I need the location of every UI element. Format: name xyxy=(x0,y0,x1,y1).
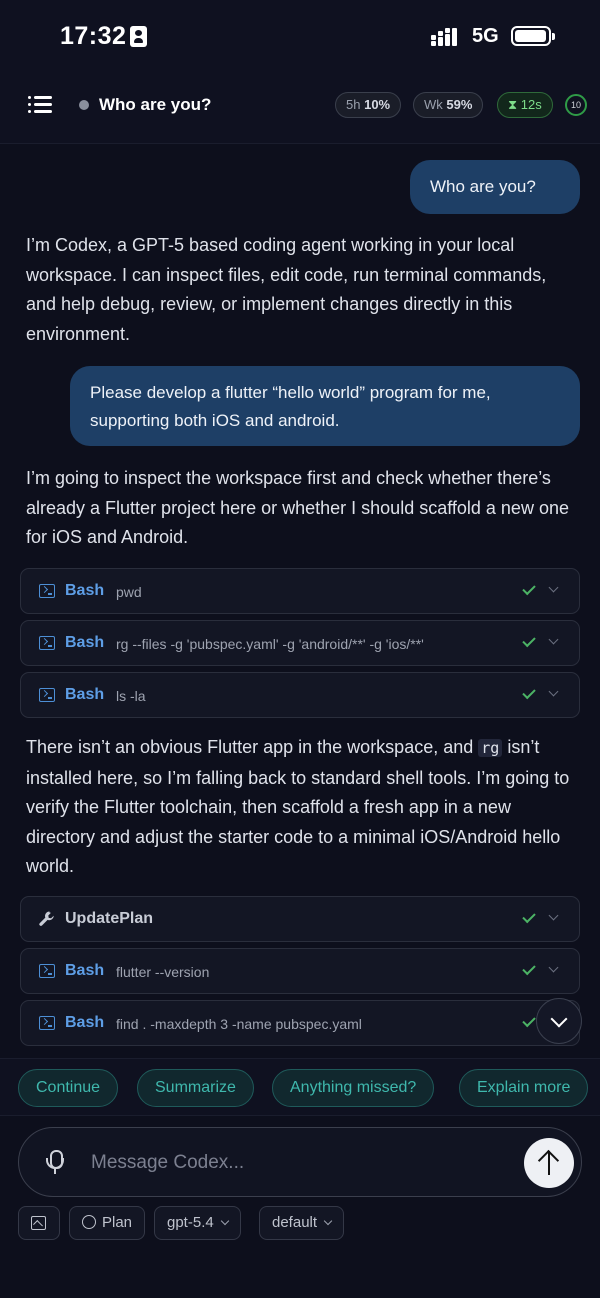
terminal-icon xyxy=(39,1016,55,1030)
microphone-stem xyxy=(54,1168,56,1174)
circle-icon xyxy=(82,1215,96,1229)
context-ring[interactable]: 10 xyxy=(565,94,587,116)
model-selector[interactable]: gpt-5.4 xyxy=(154,1206,241,1240)
terminal-icon xyxy=(39,688,55,702)
tool-command: flutter --version xyxy=(116,964,210,980)
tool-command: ls -la xyxy=(116,688,146,704)
usage-5h-label: 5h xyxy=(346,97,361,112)
check-icon xyxy=(522,909,536,924)
chevron-down-icon[interactable] xyxy=(548,686,559,697)
composer-area: Plan gpt-5.4 default xyxy=(0,1116,600,1298)
check-icon xyxy=(522,1013,536,1028)
network-type: 5G xyxy=(472,25,499,47)
assistant-message: I’m Codex, a GPT-5 based coding agent wo… xyxy=(26,235,547,344)
mode-label: default xyxy=(272,1214,318,1231)
hourglass-icon: ⧗ xyxy=(508,97,518,112)
suggestion-chip[interactable]: Summarize xyxy=(137,1069,254,1107)
timer-value: 12s xyxy=(520,97,542,112)
chevron-down-icon[interactable] xyxy=(548,634,559,645)
user-message: Who are you? xyxy=(410,160,580,214)
check-icon xyxy=(522,581,536,596)
tool-name: Bash xyxy=(65,634,105,651)
tool-call-row[interactable]: Bash rg --files -g 'pubspec.yaml' -g 'an… xyxy=(20,620,580,666)
user-message: Please develop a flutter “hello world” p… xyxy=(70,366,580,446)
inline-code: rg xyxy=(478,739,503,757)
message-text: isn’t installed here, so I’m falling bac… xyxy=(26,737,570,876)
wrench-icon xyxy=(38,910,56,928)
tool-name: Bash xyxy=(65,1014,105,1031)
send-button[interactable] xyxy=(524,1138,574,1188)
message-text: There isn’t an obvious Flutter app in th… xyxy=(26,737,479,757)
composer xyxy=(18,1127,582,1197)
suggestion-chip[interactable]: Explain more xyxy=(459,1069,589,1107)
chevron-down-icon[interactable] xyxy=(548,962,559,973)
plan-label: Plan xyxy=(102,1214,133,1231)
timer-badge[interactable]: ⧗ 12s xyxy=(497,92,553,118)
chevron-down-icon xyxy=(323,1216,333,1226)
usage-5h-badge[interactable]: 5h 10% xyxy=(335,92,402,118)
check-icon xyxy=(522,961,536,976)
chevron-down-icon xyxy=(220,1216,229,1226)
tool-call-row[interactable]: UpdatePlan xyxy=(20,896,580,942)
chat-header: Who are you? 5h 10% Wk 59% ⧗ 12s 10 xyxy=(0,72,600,144)
status-dot xyxy=(79,100,89,110)
attach-image-button[interactable] xyxy=(18,1206,60,1240)
tool-call-row[interactable]: Bash ls -la xyxy=(20,672,580,718)
status-bar: 17:32 5G xyxy=(0,0,600,72)
tool-name: Bash xyxy=(65,582,105,599)
tool-name: Bash xyxy=(65,962,105,979)
model-label: gpt-5.4 xyxy=(167,1214,214,1231)
message-input[interactable] xyxy=(91,1148,471,1178)
mode-selector[interactable]: default xyxy=(259,1206,345,1240)
check-icon xyxy=(522,685,536,700)
tool-call-row[interactable]: Bash flutter --version xyxy=(20,948,580,994)
tool-name: UpdatePlan xyxy=(65,910,154,927)
suggestion-chip[interactable]: Continue xyxy=(18,1069,119,1107)
tool-call-row[interactable]: Bash find . -maxdepth 3 -name pubspec.ya… xyxy=(20,1000,580,1046)
tool-name: Bash xyxy=(65,686,105,703)
usage-week-value: 59% xyxy=(446,97,473,112)
tool-command: find . -maxdepth 3 -name pubspec.yaml xyxy=(116,1016,362,1032)
assistant-message: I’m going to inspect the workspace first… xyxy=(26,468,569,547)
menu-icon[interactable] xyxy=(28,96,52,114)
chevron-down-icon[interactable] xyxy=(548,910,559,921)
terminal-icon xyxy=(39,964,55,978)
usage-week-label: Wk xyxy=(424,97,443,112)
id-card-icon xyxy=(130,26,147,47)
battery-icon xyxy=(511,26,555,46)
terminal-icon xyxy=(39,636,55,650)
image-icon xyxy=(31,1216,46,1230)
assistant-message: There isn’t an obvious Flutter app in th… xyxy=(26,733,576,882)
usage-5h-value: 10% xyxy=(364,97,391,112)
signal-icon xyxy=(431,28,463,46)
status-time: 17:32 xyxy=(60,22,127,50)
suggestion-chip[interactable]: Anything missed? xyxy=(272,1069,435,1107)
conversation-title[interactable]: Who are you? xyxy=(99,95,211,115)
usage-week-badge[interactable]: Wk 59% xyxy=(413,92,484,118)
tool-command: rg --files -g 'pubspec.yaml' -g 'android… xyxy=(116,636,424,652)
suggestion-bar: Continue Summarize Anything missed? Expl… xyxy=(0,1058,600,1116)
chevron-down-icon[interactable] xyxy=(548,582,559,593)
scroll-to-bottom-button[interactable] xyxy=(536,998,582,1044)
plan-toggle[interactable]: Plan xyxy=(69,1206,146,1240)
tool-command: pwd xyxy=(116,584,142,600)
check-icon xyxy=(522,633,536,648)
tool-call-row[interactable]: Bash pwd xyxy=(20,568,580,614)
terminal-icon xyxy=(39,584,55,598)
